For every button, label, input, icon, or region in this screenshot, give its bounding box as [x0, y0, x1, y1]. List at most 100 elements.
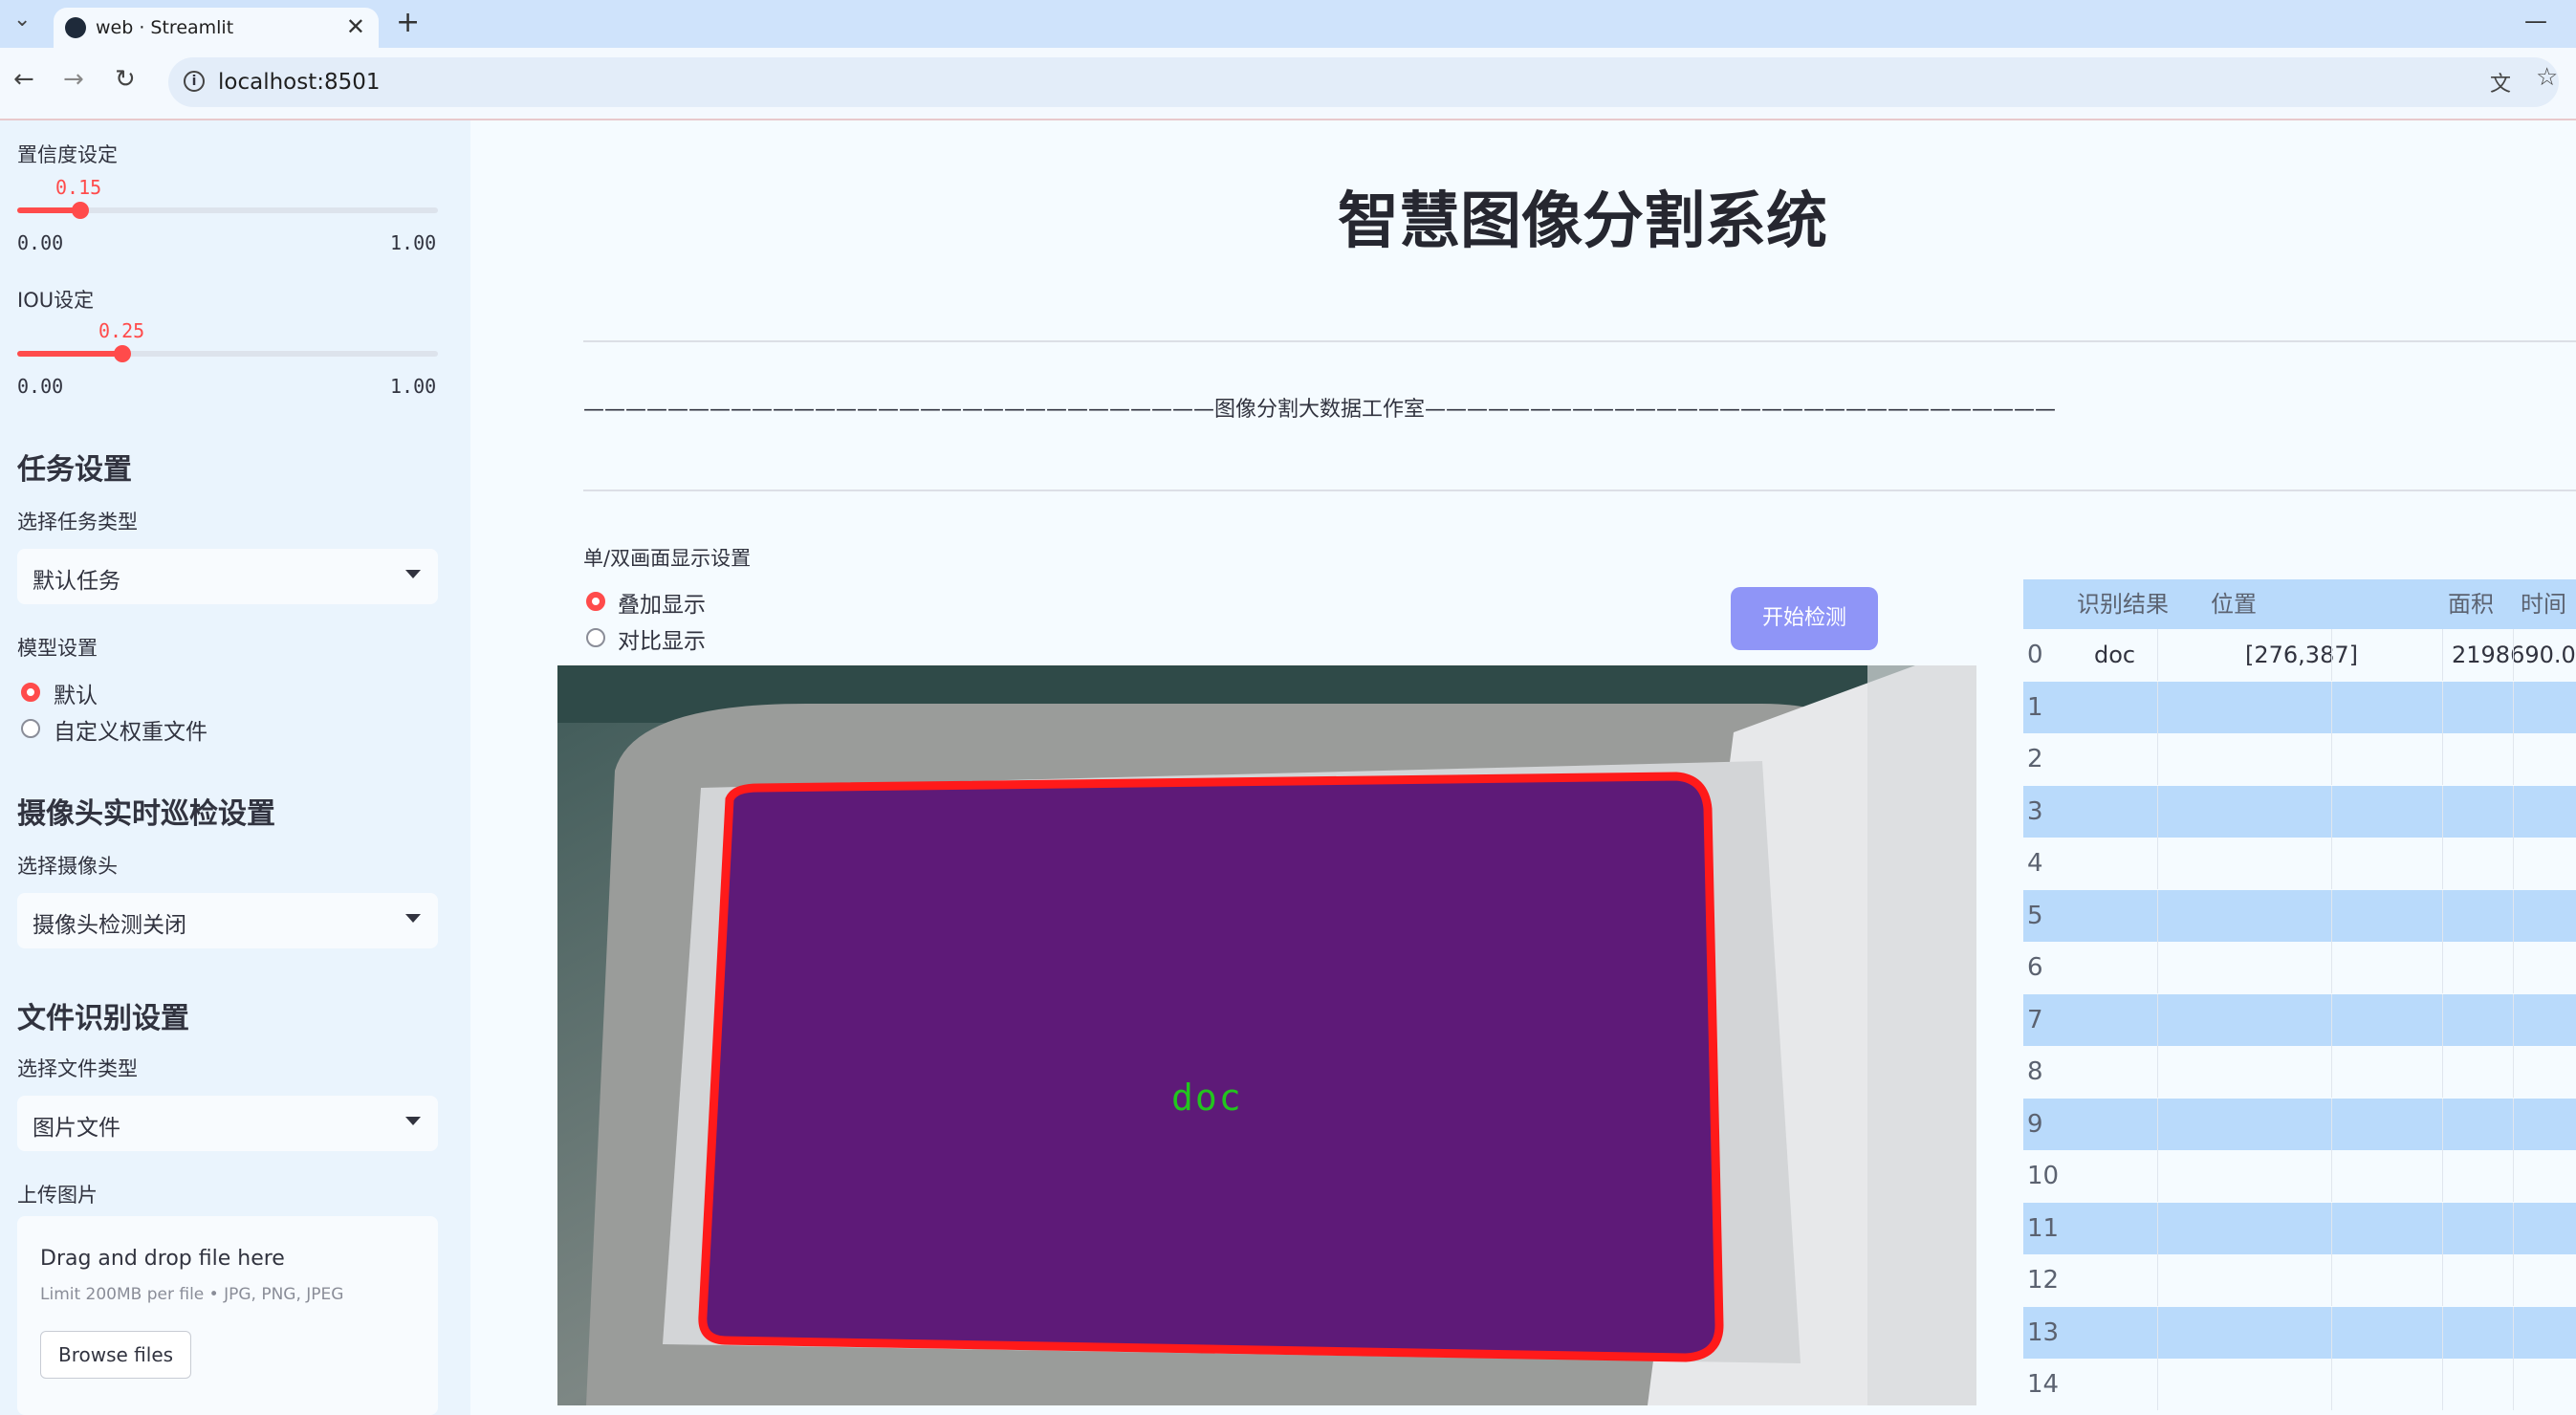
column-divider — [2513, 993, 2514, 1046]
column-divider — [2331, 889, 2332, 942]
column-divider — [2513, 889, 2514, 942]
chevron-down-icon — [405, 1117, 421, 1125]
column-divider — [2442, 1046, 2443, 1098]
iou-slider-thumb[interactable] — [114, 345, 131, 362]
row-index: 14 — [2027, 1370, 2060, 1399]
task-type-select[interactable]: 默认任务 — [17, 549, 438, 604]
segmentation-mask — [698, 772, 1724, 1362]
model-default-radio[interactable] — [21, 683, 40, 702]
display-mode-label: 单/双画面显示设置 — [583, 547, 752, 570]
browser-tab[interactable]: web · Streamlit ✕ — [54, 8, 379, 48]
column-divider — [2513, 733, 2514, 785]
url-field[interactable]: i localhost:8501 — [168, 57, 2559, 107]
new-tab-button[interactable]: + — [396, 6, 420, 39]
table-row[interactable]: 5 — [2023, 889, 2576, 942]
column-divider — [2331, 942, 2332, 993]
browser-tab-bar: ⌄ web · Streamlit ✕ + — — [0, 0, 2576, 48]
column-divider — [2331, 838, 2332, 889]
confidence-label: 置信度设定 — [17, 143, 118, 166]
table-row[interactable]: 6 — [2023, 942, 2576, 993]
column-divider — [2331, 1359, 2332, 1410]
file-type-select[interactable]: 图片文件 — [17, 1096, 438, 1151]
table-row[interactable]: 14 — [2023, 1359, 2576, 1410]
column-divider — [2513, 785, 2514, 838]
dropzone-text: Drag and drop file here — [40, 1247, 285, 1271]
minimize-button[interactable]: — — [2524, 8, 2547, 34]
column-divider — [2442, 1254, 2443, 1306]
column-divider — [2513, 629, 2514, 681]
column-divider — [2331, 629, 2332, 681]
results-table[interactable]: 识别结果 位置 面积 时间 0doc[276,387]2198690.01123… — [2023, 579, 2576, 1415]
model-default-label[interactable]: 默认 — [54, 677, 98, 709]
row-index: 13 — [2027, 1317, 2060, 1347]
iou-min: 0.00 — [17, 375, 64, 398]
table-row[interactable]: 10 — [2023, 1150, 2576, 1202]
url-text: localhost:8501 — [218, 70, 381, 95]
column-divider — [2157, 1202, 2158, 1254]
camera-heading: 摄像头实时巡检设置 — [17, 797, 275, 831]
file-type-value: 图片文件 — [33, 1116, 120, 1141]
column-divider — [2442, 733, 2443, 785]
file-heading: 文件识别设置 — [17, 1002, 189, 1035]
column-divider — [2442, 785, 2443, 838]
table-row[interactable]: 4 — [2023, 838, 2576, 889]
column-divider — [2331, 733, 2332, 785]
column-divider — [2331, 785, 2332, 838]
row-index: 5 — [2027, 901, 2043, 930]
iou-label: IOU设定 — [17, 289, 95, 312]
column-divider — [2157, 785, 2158, 838]
file-dropzone[interactable]: Drag and drop file here Limit 200MB per … — [17, 1216, 438, 1415]
column-divider — [2157, 993, 2158, 1046]
overlay-display-radio[interactable] — [586, 592, 605, 611]
reload-icon[interactable]: ↻ — [115, 65, 136, 94]
column-divider — [2513, 838, 2514, 889]
iou-max: 1.00 — [390, 375, 437, 398]
table-row[interactable]: 0 doc [276,387] 2198690.01 — [2023, 629, 2576, 681]
start-detection-button[interactable]: 开始检测 — [1731, 587, 1878, 650]
header-position: 位置 — [2211, 579, 2257, 629]
forward-icon[interactable]: → — [63, 65, 84, 94]
column-divider — [2442, 1150, 2443, 1202]
tab-list-icon[interactable]: ⌄ — [13, 8, 31, 32]
table-row[interactable]: 12 — [2023, 1254, 2576, 1306]
model-custom-label[interactable]: 自定义权重文件 — [54, 713, 207, 746]
column-divider — [2513, 942, 2514, 993]
iou-slider-track[interactable] — [17, 351, 438, 357]
table-row[interactable]: 13 — [2023, 1306, 2576, 1359]
close-tab-icon[interactable]: ✕ — [346, 13, 365, 40]
column-divider — [2513, 1046, 2514, 1098]
column-divider — [2513, 1150, 2514, 1202]
column-divider — [2157, 733, 2158, 785]
column-divider — [2157, 942, 2158, 993]
table-row[interactable]: 9 — [2023, 1098, 2576, 1150]
model-custom-radio[interactable] — [21, 719, 40, 738]
browse-files-button[interactable]: Browse files — [40, 1331, 192, 1379]
table-row[interactable]: 7 — [2023, 993, 2576, 1046]
bookmark-star-icon[interactable]: ☆ — [2536, 63, 2558, 92]
column-divider — [2442, 838, 2443, 889]
table-row[interactable]: 11 — [2023, 1202, 2576, 1254]
back-icon[interactable]: ← — [13, 65, 34, 94]
column-divider — [2442, 889, 2443, 942]
file-select-label: 选择文件类型 — [17, 1057, 138, 1080]
table-row[interactable]: 3 — [2023, 785, 2576, 838]
cell-position: [276,387] — [2245, 642, 2358, 668]
column-divider — [2513, 1098, 2514, 1150]
table-row[interactable]: 2 — [2023, 733, 2576, 785]
header-area: 面积 — [2448, 579, 2494, 629]
compare-display-radio[interactable] — [586, 628, 605, 647]
column-divider — [2331, 681, 2332, 733]
divider — [583, 340, 2576, 342]
column-divider — [2157, 629, 2158, 681]
translate-icon[interactable]: 文 — [2490, 67, 2511, 98]
row-index: 0 — [2027, 641, 2043, 669]
camera-select[interactable]: 摄像头检测关闭 — [17, 893, 438, 948]
column-divider — [2331, 1098, 2332, 1150]
table-row[interactable]: 8 — [2023, 1046, 2576, 1098]
column-divider — [2157, 838, 2158, 889]
table-row[interactable]: 1 — [2023, 681, 2576, 733]
overlay-display-label[interactable]: 叠加显示 — [618, 586, 706, 619]
column-divider — [2331, 993, 2332, 1046]
compare-display-label[interactable]: 对比显示 — [618, 622, 706, 655]
site-info-icon[interactable]: i — [184, 71, 205, 92]
